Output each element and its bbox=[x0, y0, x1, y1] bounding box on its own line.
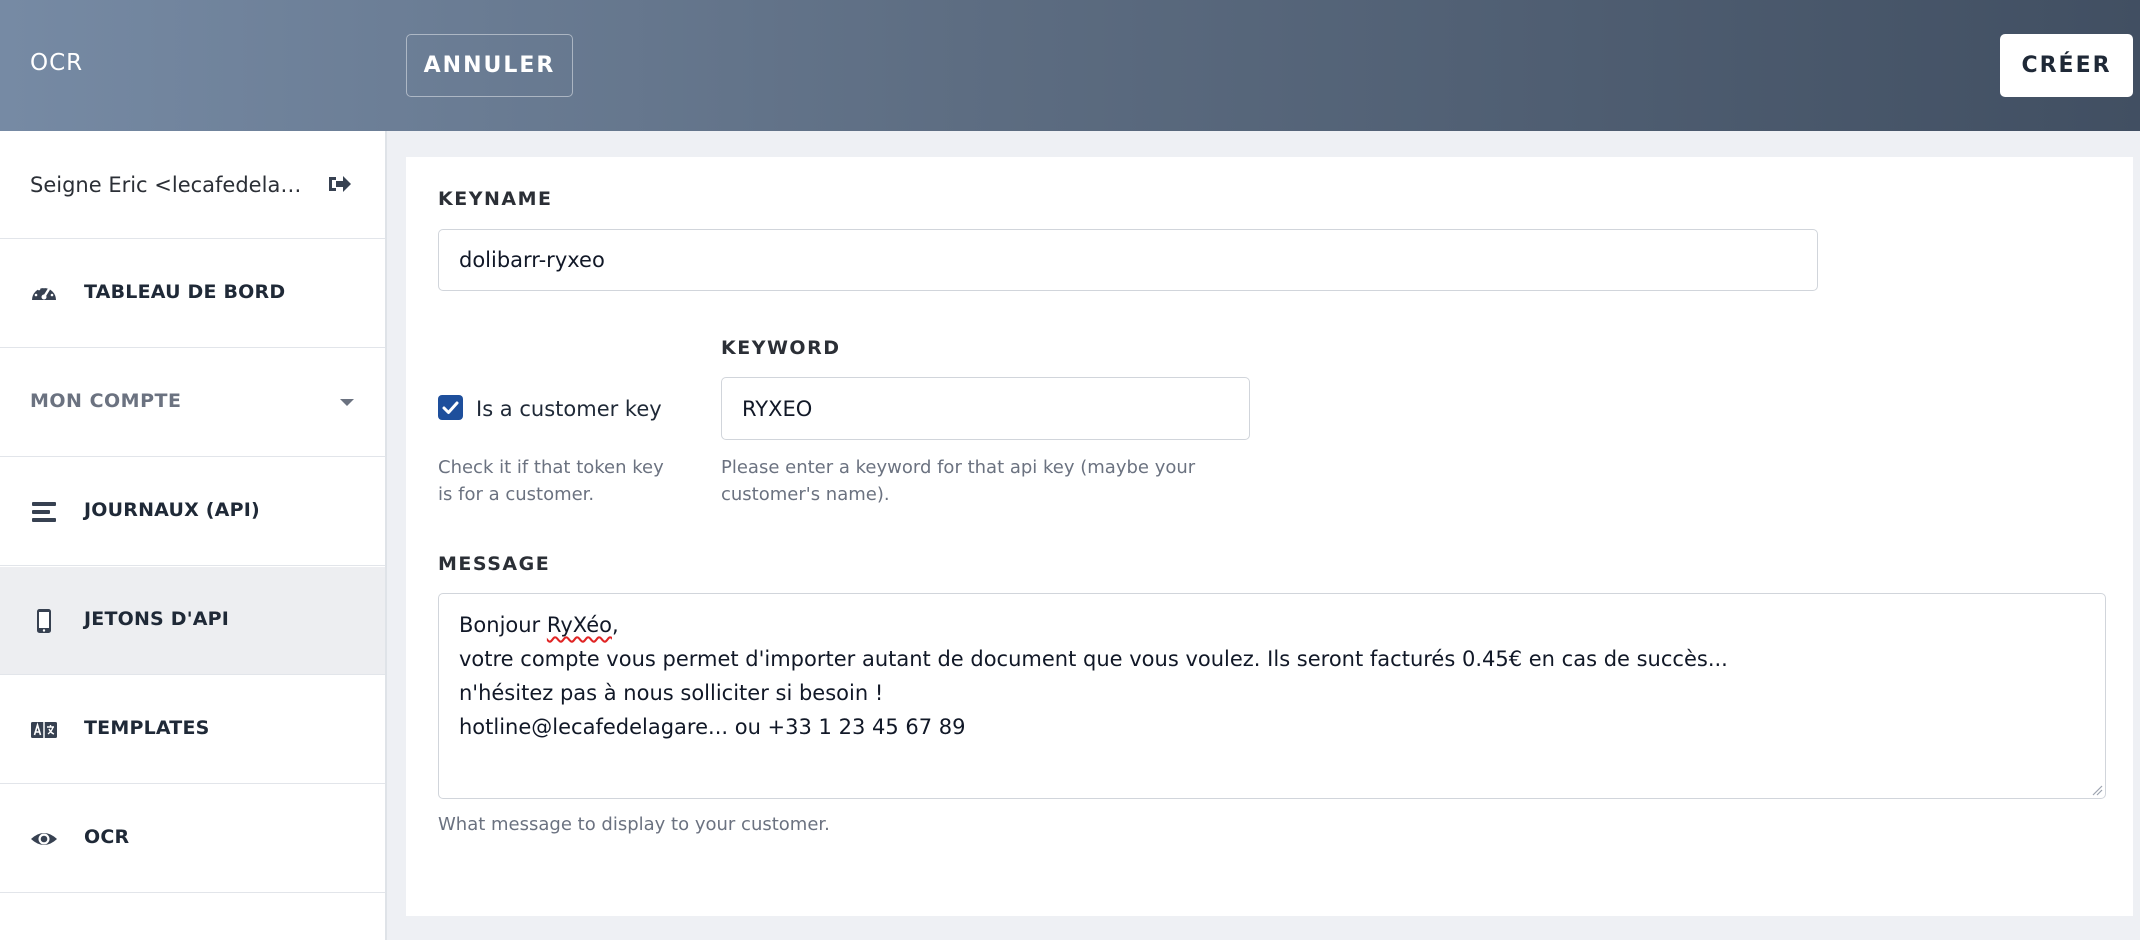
sidebar-section-label: MON COMPTE bbox=[30, 390, 182, 412]
sidebar-item-label: JETONS D'API bbox=[84, 608, 230, 630]
sidebar-item-templates[interactable]: TEMPLATES bbox=[0, 676, 385, 784]
keyword-help: Please enter a keyword for that api key … bbox=[721, 457, 1196, 505]
sidebar-item-tableau-de-bord[interactable]: TABLEAU DE BORD bbox=[0, 240, 385, 348]
app-title: OCR bbox=[30, 50, 84, 76]
message-line: hotline@lecafedelagare... ou +33 1 23 45… bbox=[459, 715, 966, 739]
mobile-icon bbox=[37, 609, 51, 633]
message-greeting-suffix: , bbox=[611, 613, 619, 637]
customer-key-checkbox[interactable] bbox=[438, 395, 463, 420]
sidebar-item-mon-compte[interactable]: MON COMPTE bbox=[0, 349, 385, 457]
user-row: Seigne Eric <lecafedelagare... bbox=[0, 131, 385, 239]
dashboard-icon bbox=[32, 285, 56, 300]
sidebar: Seigne Eric <lecafedelagare... TABLEAU D… bbox=[0, 131, 387, 940]
user-name: Seigne Eric <lecafedelagare... bbox=[30, 173, 307, 197]
message-greeting: Bonjour bbox=[459, 613, 547, 637]
keyname-label: KEYNAME bbox=[438, 188, 553, 210]
list-icon bbox=[32, 502, 56, 522]
keyword-input[interactable] bbox=[721, 377, 1250, 440]
sidebar-item-label: OCR bbox=[84, 826, 130, 848]
sidebar-item-jetons-api[interactable]: JETONS D'API bbox=[0, 567, 385, 675]
message-textarea[interactable]: Bonjour RyXéo, votre compte vous permet … bbox=[438, 593, 2106, 799]
create-button[interactable]: CRÉER bbox=[2000, 34, 2133, 97]
check-icon bbox=[442, 401, 459, 414]
message-label: MESSAGE bbox=[438, 553, 551, 575]
resize-handle-icon[interactable] bbox=[2091, 784, 2103, 796]
spellcheck-word: RyXéo bbox=[546, 613, 612, 637]
keyname-input[interactable] bbox=[438, 229, 1818, 291]
top-bar: OCR ANNULER CRÉER bbox=[0, 0, 2140, 131]
customer-key-label: Is a customer key bbox=[476, 397, 662, 421]
sidebar-item-journaux[interactable]: JOURNAUX (API) bbox=[0, 458, 385, 566]
message-line: votre compte vous permet d'importer auta… bbox=[459, 647, 1728, 671]
sidebar-item-ocr[interactable]: OCR bbox=[0, 785, 385, 893]
language-icon bbox=[31, 722, 57, 738]
eye-icon bbox=[31, 833, 57, 845]
sidebar-item-label: TEMPLATES bbox=[84, 717, 210, 739]
sidebar-item-label: JOURNAUX (API) bbox=[84, 499, 260, 521]
message-help: What message to display to your customer… bbox=[438, 814, 830, 835]
sidebar-item-label: TABLEAU DE BORD bbox=[84, 281, 286, 303]
chevron-down-icon bbox=[340, 399, 354, 406]
logout-icon[interactable] bbox=[326, 171, 352, 197]
cancel-button[interactable]: ANNULER bbox=[406, 34, 573, 97]
keyword-label: KEYWORD bbox=[721, 337, 841, 359]
message-line: n'hésitez pas à nous solliciter si besoi… bbox=[459, 681, 884, 705]
message-line: Bonjour RyXéo, bbox=[459, 608, 2085, 642]
customer-key-help: Check it if that token key is for a cust… bbox=[438, 457, 664, 505]
form-panel: KEYNAME Is a customer key Check it if th… bbox=[406, 157, 2133, 916]
